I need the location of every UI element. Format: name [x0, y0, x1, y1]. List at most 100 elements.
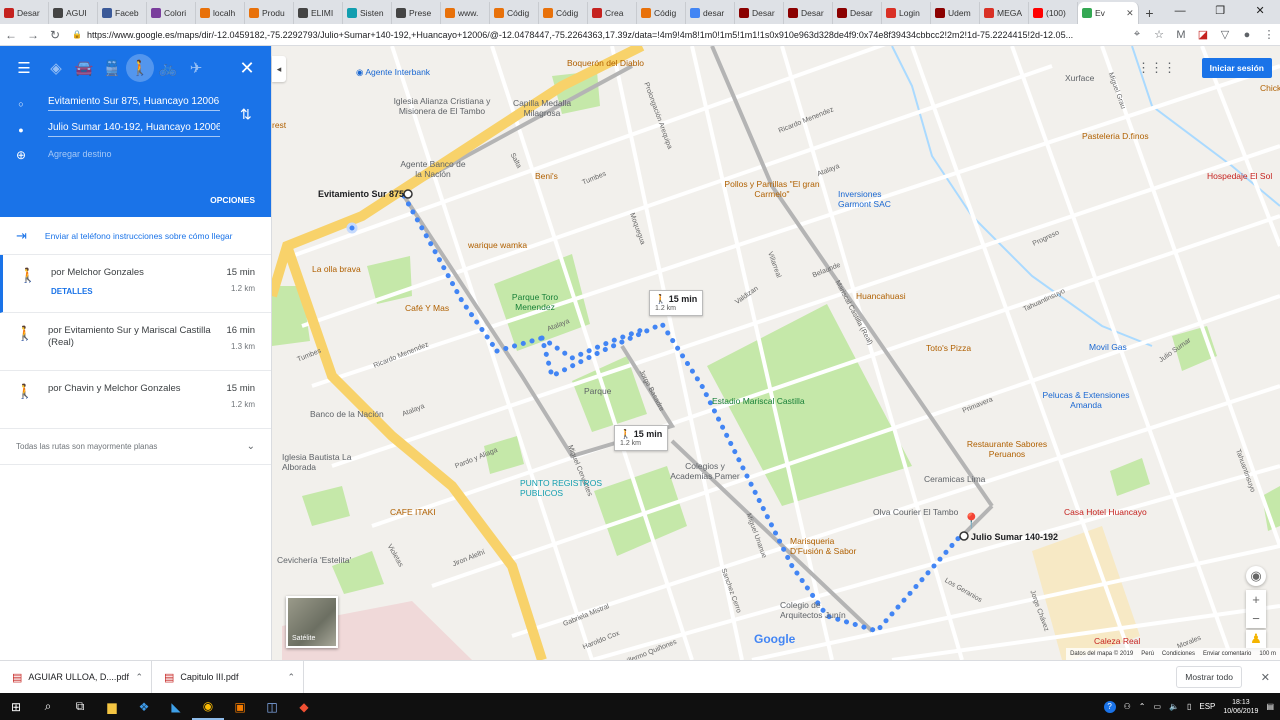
transit-icon[interactable]: 🚆 [98, 54, 126, 82]
forward-icon[interactable]: → [22, 28, 44, 42]
browser-tab[interactable]: www. [441, 2, 490, 24]
feedback-link[interactable]: Enviar comentario [1203, 651, 1251, 657]
poi-label[interactable]: Cevichería 'Estelita' [277, 555, 351, 565]
zoom-out-button[interactable]: − [1246, 609, 1266, 628]
poi-label[interactable]: Colegio de Arquitectos Junín [780, 600, 860, 620]
restore-icon[interactable]: ❐ [1200, 0, 1240, 24]
poi-label[interactable]: Olva Courier El Tambo [873, 507, 958, 517]
poi-label[interactable]: Restaurante Sabores Peruanos [962, 439, 1052, 459]
browser-tab[interactable]: Produ [245, 2, 294, 24]
git-icon[interactable]: ◆ [288, 693, 320, 720]
browser-tab[interactable]: Sisten [343, 2, 392, 24]
route-time-callout-alt[interactable]: 🚶 15 min 1.2 km [614, 425, 669, 451]
origin-text[interactable]: Evitamiento Sur 875, Huancayo 12006 [48, 96, 220, 111]
browser-tab[interactable]: Códig [637, 2, 686, 24]
chevron-up-icon[interactable]: ⌃ [287, 672, 295, 683]
send-to-phone-row[interactable]: ⇥ Enviar al teléfono instrucciones sobre… [0, 217, 271, 255]
task-view-icon[interactable]: ⧉ [64, 693, 96, 720]
browser-tab[interactable]: Prese [392, 2, 441, 24]
browser-tab[interactable]: Códig [490, 2, 539, 24]
poi-label[interactable]: Chick [1260, 83, 1280, 93]
poi-label[interactable]: Toto's Pizza [926, 343, 971, 353]
add-destination-text[interactable]: Agregar destino [48, 149, 220, 162]
bicycle-icon[interactable]: 🚲 [154, 54, 182, 82]
app-icon[interactable]: ◫ [256, 693, 288, 720]
vscode-icon[interactable]: ◣ [160, 693, 192, 720]
poi-label[interactable]: Café Y Mas [405, 303, 449, 313]
pdf-extension-icon[interactable]: ◪ [1192, 28, 1214, 41]
signin-button[interactable]: Iniciar sesión [1201, 58, 1272, 78]
walking-mode-icon[interactable]: 🚶 [126, 54, 154, 82]
minimize-icon[interactable]: — [1160, 0, 1200, 24]
browser-tab[interactable]: Colori [147, 2, 196, 24]
poi-label[interactable]: Parque Toro Menendez [500, 292, 570, 312]
reload-icon[interactable]: ↻ [44, 28, 66, 42]
poi-label[interactable]: Hospedaje El Sol [1207, 171, 1272, 181]
browser-tab[interactable]: AGUI [49, 2, 98, 24]
poi-label[interactable]: PUNTO REGISTROS PUBLICOS [520, 478, 610, 498]
poi-label[interactable]: Huancahuasi [856, 291, 906, 301]
car-icon[interactable]: 🚘 [70, 54, 98, 82]
address-bar[interactable]: 🔒 https://www.google.es/maps/dir/-12.045… [72, 26, 1120, 44]
poi-label[interactable]: Marisqueria D'Fusión & Sabor [790, 536, 870, 556]
new-tab-button[interactable]: + [1139, 2, 1160, 24]
poi-label[interactable]: Parque [584, 386, 611, 396]
poi-label[interactable]: Beni's [535, 171, 558, 181]
menu-icon[interactable]: ☰ [10, 54, 38, 82]
xampp-icon[interactable]: ▣ [224, 693, 256, 720]
windows-start-icon[interactable]: ⊞ [0, 693, 32, 720]
destination-field[interactable]: ● Julio Sumar 140-192, Huancayo 12006 [16, 122, 220, 137]
show-all-downloads-button[interactable]: Mostrar todo [1176, 666, 1242, 688]
map-canvas[interactable]: 📍 Ricardo Menendez Atalaya Tumbes Marisc… [272, 46, 1280, 660]
browser-tab[interactable]: Códig [539, 2, 588, 24]
poi-label[interactable]: Colegios y Academias Pamer [670, 461, 740, 481]
gmail-extension-icon[interactable]: M [1170, 29, 1192, 41]
map-region[interactable]: Perú [1141, 651, 1154, 657]
clock[interactable]: 18:13 10/06/2019 [1223, 698, 1258, 716]
poi-label[interactable]: CAFE ITAKI [390, 507, 436, 517]
poi-label[interactable]: Xurface [1065, 73, 1094, 83]
close-window-icon[interactable]: ✕ [1240, 0, 1280, 24]
browser-tab[interactable]: (100) [1029, 2, 1078, 24]
poi-label[interactable]: Inversiones Garmont SAC [838, 189, 908, 209]
browser-tab[interactable]: Desar [735, 2, 784, 24]
poi-label[interactable]: Iglesia Bautista La Alborada [282, 452, 352, 472]
route-details-link[interactable]: DETALLES [51, 287, 93, 296]
flat-routes-note[interactable]: Todas las rutas son mayormente planas ⌄ [0, 429, 271, 465]
profile-avatar-icon[interactable]: ● [1236, 29, 1258, 41]
close-tab-icon[interactable]: ✕ [1126, 8, 1134, 19]
add-destination[interactable]: ⊕ Agregar destino [16, 148, 220, 162]
search-icon[interactable]: ⌕ [32, 693, 64, 720]
zoom-in-button[interactable]: + [1246, 590, 1266, 609]
people-icon[interactable]: ⚇ [1124, 702, 1131, 711]
poi-label[interactable]: Caleza Real [1094, 636, 1140, 646]
menu-kebab-icon[interactable]: ⋮ [1258, 28, 1280, 41]
volume-icon[interactable]: 🔈 [1169, 702, 1179, 711]
chevron-up-icon[interactable]: ⌃ [135, 672, 143, 683]
origin-field[interactable]: ○ Evitamiento Sur 875, Huancayo 12006 [16, 96, 220, 111]
apps-grid-icon[interactable]: ⋮⋮⋮ [1137, 60, 1176, 76]
dropbox-icon[interactable]: ❖ [128, 693, 160, 720]
browser-tab[interactable]: Udem [931, 2, 980, 24]
my-location-icon[interactable]: ◉ [1246, 566, 1266, 586]
poi-label[interactable]: Casa Hotel Huancayo [1064, 507, 1147, 517]
browser-tab[interactable]: desar [686, 2, 735, 24]
flight-icon[interactable]: ✈ [182, 54, 210, 82]
route-option-2[interactable]: 🚶 por Evitamiento Sur y Mariscal Castill… [0, 313, 271, 371]
poi-label[interactable]: Agente Banco de la Nación [398, 159, 468, 179]
chrome-icon[interactable]: ◉ [192, 693, 224, 720]
swap-icon[interactable]: ⇅ [240, 106, 252, 123]
file-explorer-icon[interactable]: ▆ [96, 693, 128, 720]
browser-tab[interactable]: Desar [0, 2, 49, 24]
location-icon[interactable]: ⌖ [1126, 28, 1148, 41]
browser-tab[interactable]: MEGA [980, 2, 1029, 24]
browser-tab-active[interactable]: Ev ✕ [1078, 2, 1139, 24]
poi-label[interactable]: rest [272, 120, 286, 130]
poi-label[interactable]: ◉ Agente Interbank [356, 67, 430, 77]
poi-label[interactable]: Movil Gas [1089, 342, 1127, 352]
poi-label[interactable]: Capilla Medalla Milagrosa [507, 98, 577, 118]
close-directions-icon[interactable]: ✕ [233, 54, 261, 82]
destination-pin-icon[interactable]: 📍 [962, 512, 981, 530]
browser-tab[interactable]: Login [882, 2, 931, 24]
poi-label[interactable]: La olla brava [312, 264, 361, 274]
